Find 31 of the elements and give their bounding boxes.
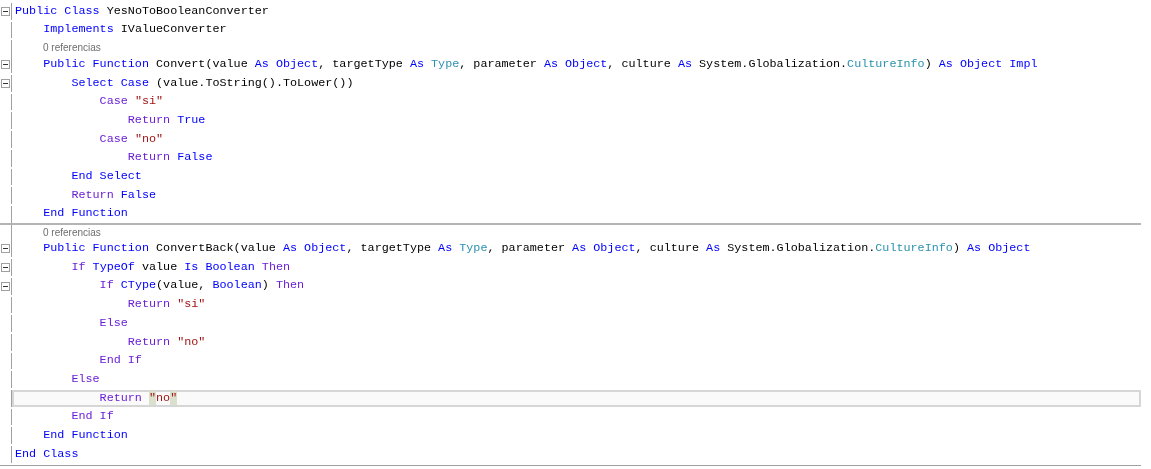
reference-count[interactable]: 0 referencias xyxy=(43,226,101,239)
code-line: Select Case (value.ToString().ToLower()) xyxy=(70,74,354,92)
code-line: End Function xyxy=(42,205,128,223)
code-line: Implements IValueConverter xyxy=(42,21,227,39)
code-line: End Select xyxy=(70,168,142,186)
code-line: Public Class YesNoToBooleanConverter xyxy=(15,2,269,20)
reference-count[interactable]: 0 referencias xyxy=(43,42,101,55)
code-line: Return "si" xyxy=(126,296,206,314)
code-line: End Class xyxy=(15,445,79,463)
collapse-icon[interactable] xyxy=(1,244,10,254)
collapse-icon[interactable] xyxy=(1,263,10,273)
code-line: Return "no" xyxy=(126,333,206,351)
code-line: Return True xyxy=(126,111,206,129)
code-line: Case "no" xyxy=(98,130,164,148)
code-line: Return "no" xyxy=(98,389,178,407)
collapse-icon[interactable] xyxy=(1,60,10,70)
collapse-icon[interactable] xyxy=(1,78,10,88)
code-line: End If xyxy=(98,352,142,370)
code-line: Return False xyxy=(70,186,157,204)
code-line: Else xyxy=(98,314,128,332)
code-line: If TypeOf value Is Boolean Then xyxy=(70,258,291,276)
code-line: Case "si" xyxy=(98,93,164,111)
collapse-icon[interactable] xyxy=(1,281,10,291)
code-line: Else xyxy=(70,370,100,388)
code-line: Public Function Convert(value As Object, targetType As Type, parameter As Object, culture As System.Globalization.CultureInfo) As Object Impl xyxy=(42,55,1038,73)
code-line: Public Function ConvertBack(value As Object, targetType As Type, parameter As Object, culture As System.Globalization.CultureInfo) As Object xyxy=(42,240,1031,258)
code-line: Return False xyxy=(126,149,213,167)
collapse-icon[interactable] xyxy=(1,6,10,16)
code-line: End Function xyxy=(42,426,128,444)
code-line: If CType(value, Boolean) Then xyxy=(98,277,305,295)
code-line: End If xyxy=(70,408,114,426)
